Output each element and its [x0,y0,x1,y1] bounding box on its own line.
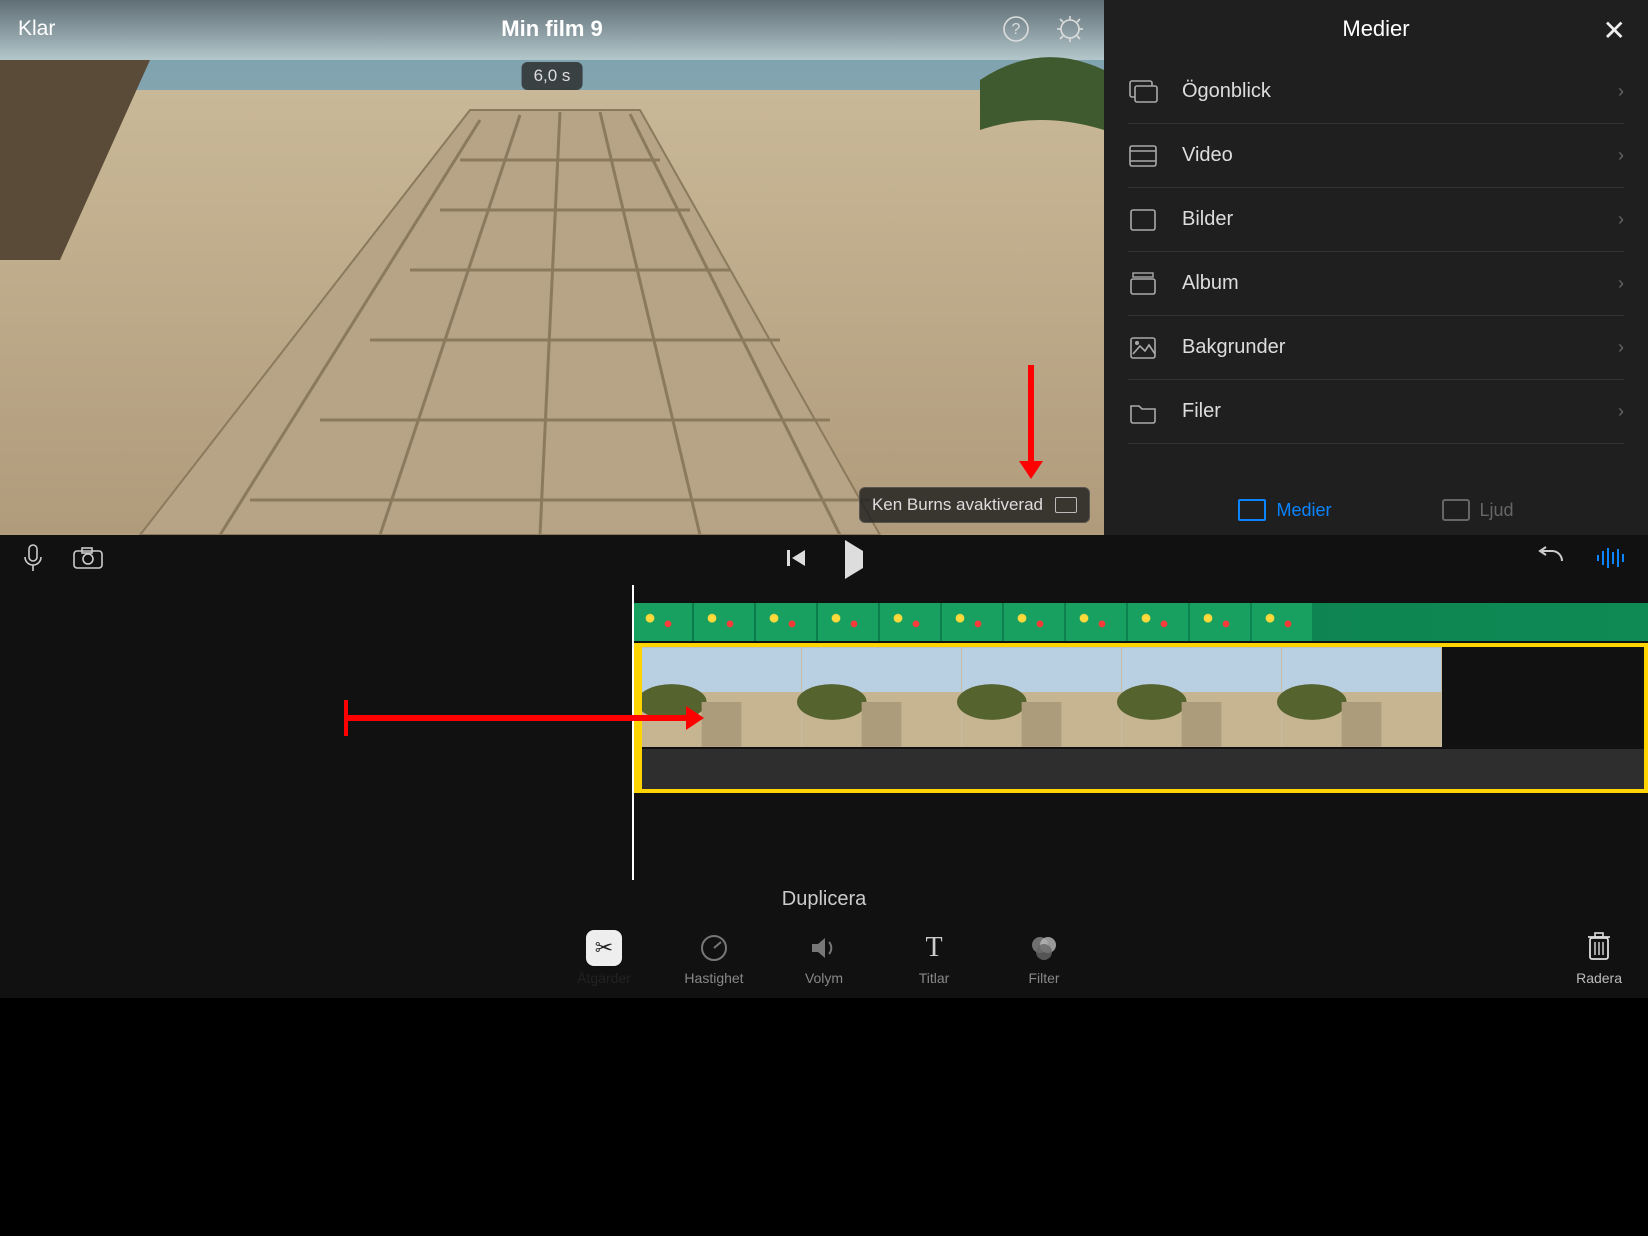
play-icon[interactable] [845,551,863,569]
media-panel: Medier ✕ Ögonblick › Video › Bilder › Al… [1104,0,1648,535]
media-item-label: Ögonblick [1182,80,1596,103]
ken-burns-button[interactable]: Ken Burns avaktiverad [859,487,1090,523]
clip-thumbnail [962,647,1122,747]
scissors-icon: ✂ [586,930,622,966]
tool-label: Hastighet [684,970,743,986]
waveform-icon[interactable] [1596,547,1626,574]
tab-label: Medier [1276,500,1331,521]
clip-thumbnail [1122,647,1282,747]
clip-duration-pill: 6,0 s [522,62,583,90]
project-title: Min film 9 [501,16,602,42]
media-item-moments[interactable]: Ögonblick › [1128,60,1624,124]
playhead[interactable] [632,585,634,880]
media-item-label: Bakgrunder [1182,336,1596,359]
tab-audio[interactable]: Ljud [1442,499,1514,521]
crop-icon [1055,497,1077,513]
annotation-arrow-down [1028,365,1034,465]
tab-media[interactable]: Medier [1238,499,1331,521]
chevron-right-icon: › [1618,401,1624,422]
close-icon[interactable]: ✕ [1603,14,1626,47]
svg-text:?: ? [1012,21,1021,38]
photos-icon [1128,207,1160,233]
microphone-icon[interactable] [22,543,44,578]
media-item-label: Bilder [1182,208,1596,231]
media-item-files[interactable]: Filer › [1128,380,1624,444]
undo-icon[interactable] [1536,547,1566,574]
tool-label: Radera [1576,970,1622,986]
media-item-label: Filer [1182,400,1596,423]
chevron-right-icon: › [1618,273,1624,294]
media-item-video[interactable]: Video › [1128,124,1624,188]
tool-speed[interactable]: Hastighet [679,930,749,986]
media-panel-title: Medier [1342,16,1409,42]
clip-toolbar: ✂ Åtgärder Hastighet Volym T Titlar Filt… [0,918,1648,998]
help-icon[interactable]: ? [1000,13,1032,45]
annotation-arrow-right [348,715,688,721]
clip-thumbnail [802,647,962,747]
audio-tab-icon [1442,499,1470,521]
media-item-backgrounds[interactable]: Bakgrunder › [1128,316,1624,380]
delete-button[interactable]: Radera [1576,930,1622,986]
trash-icon [1583,930,1615,966]
chevron-right-icon: › [1618,145,1624,166]
overlay-track[interactable] [632,603,1648,641]
ken-burns-label: Ken Burns avaktiverad [872,495,1043,515]
media-item-label: Video [1182,144,1596,167]
media-item-photos[interactable]: Bilder › [1128,188,1624,252]
media-item-albums[interactable]: Album › [1128,252,1624,316]
tool-label: Åtgärder [577,970,631,986]
moments-icon [1128,79,1160,105]
clip-thumbnail [642,647,802,747]
folder-icon [1128,399,1160,425]
filter-icon [1026,930,1062,966]
speedometer-icon [696,930,732,966]
tool-label: Volym [805,970,843,986]
chevron-right-icon: › [1618,337,1624,358]
media-item-label: Album [1182,272,1596,295]
gear-icon[interactable] [1054,13,1086,45]
tool-volume[interactable]: Volym [789,930,859,986]
text-icon: T [916,930,952,966]
action-caption: Duplicera [0,880,1648,918]
transport-controls [0,535,1648,585]
tool-actions[interactable]: ✂ Åtgärder [569,930,639,986]
skip-back-icon[interactable] [785,547,807,574]
preview-pane: Klar Min film 9 ? 6,0 s Ken Burns avakti… [0,0,1104,535]
tool-filter[interactable]: Filter [1009,930,1079,986]
tool-titles[interactable]: T Titlar [899,930,969,986]
selected-clip[interactable] [632,643,1648,793]
tool-label: Filter [1028,970,1059,986]
albums-icon [1128,271,1160,297]
backgrounds-icon [1128,335,1160,361]
video-icon [1128,143,1160,169]
tool-label: Titlar [919,970,950,986]
media-tab-icon [1238,499,1266,521]
audio-strip [642,749,1644,789]
timeline[interactable] [0,585,1648,880]
chevron-right-icon: › [1618,209,1624,230]
camera-icon[interactable] [72,546,104,575]
volume-icon [806,930,842,966]
chevron-right-icon: › [1618,81,1624,102]
clip-thumbnail [1282,647,1442,747]
done-button[interactable]: Klar [18,17,55,41]
tab-label: Ljud [1480,500,1514,521]
